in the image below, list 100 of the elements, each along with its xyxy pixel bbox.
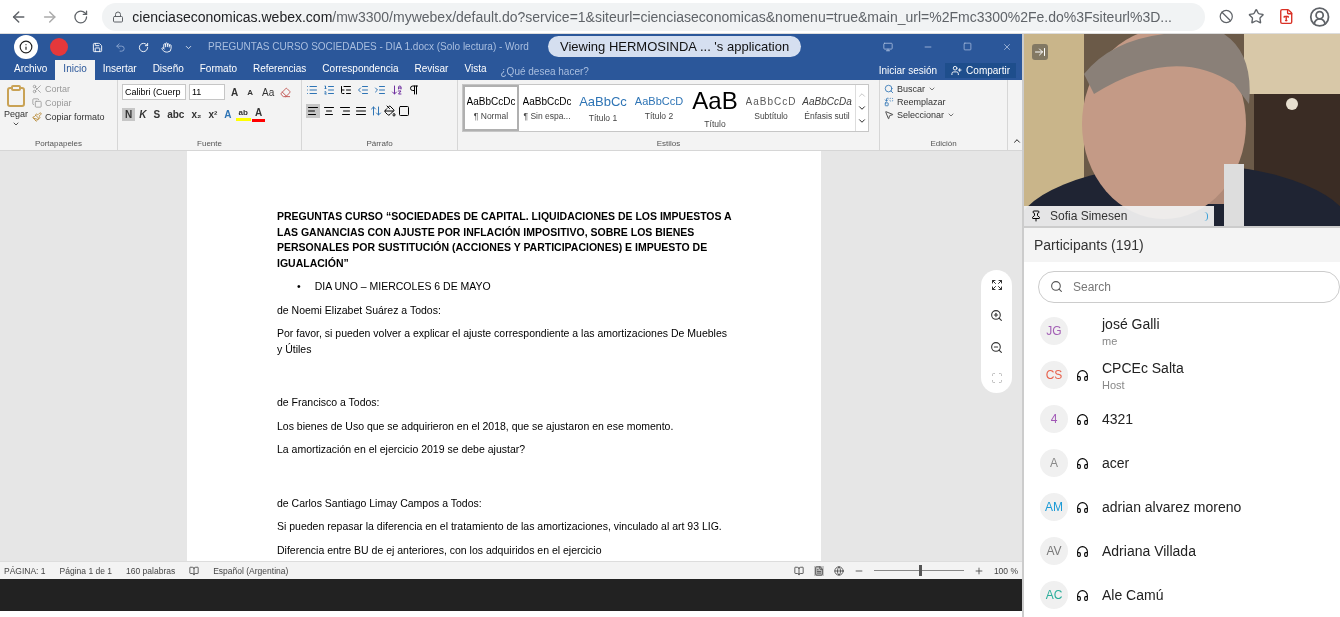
format-painter-button[interactable]: Copiar formato xyxy=(32,112,105,122)
touch-mode-icon[interactable] xyxy=(161,41,172,53)
save-icon[interactable] xyxy=(92,41,103,53)
participant-item[interactable]: AC Ale Camú xyxy=(1040,573,1340,617)
shrink-font-button[interactable]: A xyxy=(244,86,256,98)
style-item[interactable]: AaBbCc Título 1 xyxy=(575,85,631,131)
url-text: cienciaseconomicas.webex.com/mw3300/mywebex/default.do?service=1&siteurl=cienciaseconomicas&nomenu=true&main_url=%2Fmc3300%2Fe.do%3Fsiteurl%3D... xyxy=(132,8,1172,25)
select-button[interactable]: Seleccionar xyxy=(884,110,956,120)
bookmark-star-icon[interactable] xyxy=(1247,8,1265,25)
participant-item[interactable]: 4 4321 xyxy=(1040,397,1340,441)
ribbon-tab[interactable]: Inicio xyxy=(55,60,95,80)
avatar: JG xyxy=(1040,317,1068,345)
collapse-ribbon-icon[interactable] xyxy=(1012,136,1022,146)
shading-icon[interactable] xyxy=(384,105,396,117)
sign-in-link[interactable]: Iniciar sesión xyxy=(870,61,946,79)
grow-font-button[interactable]: A xyxy=(228,85,242,99)
status-text: PÁGINA: 1 xyxy=(4,565,46,576)
search-icon xyxy=(884,84,894,94)
participant-item[interactable]: A acer xyxy=(1040,441,1340,485)
participant-item[interactable]: AM adrian alvarez moreno xyxy=(1040,485,1340,529)
font-name-field[interactable]: Calibri (Cuerp xyxy=(122,84,186,100)
style-item[interactable]: AaBbCcD Subtítulo xyxy=(743,85,799,131)
zoom-out-icon[interactable] xyxy=(990,340,1003,354)
ribbon-tab[interactable]: Diseño xyxy=(144,60,192,80)
fit-screen-icon[interactable] xyxy=(990,279,1003,292)
style-item[interactable]: AaBbCcDc ¶ Sin espa... xyxy=(519,85,575,131)
format-button[interactable]: N xyxy=(122,107,136,121)
paste-button[interactable]: Pegar xyxy=(4,109,29,119)
format-button[interactable]: K xyxy=(136,107,150,121)
language-status[interactable]: Español (Argentina) xyxy=(213,565,289,576)
proofing-icon[interactable] xyxy=(189,565,200,576)
highlight-button[interactable]: ab xyxy=(235,107,251,121)
clear-format-icon[interactable] xyxy=(280,86,292,98)
sort-icon[interactable] xyxy=(391,84,403,96)
replace-button[interactable]: Reemplazar xyxy=(884,97,956,107)
info-icon xyxy=(19,40,33,54)
document-paragraph: de Francisco a Todos: xyxy=(277,395,381,410)
find-button[interactable]: Buscar xyxy=(884,84,956,94)
style-item[interactable]: AaBbCcDc ¶ Normal xyxy=(463,85,519,131)
align-icon[interactable] xyxy=(338,104,352,118)
style-item[interactable]: AaBbCcD Título 2 xyxy=(631,85,687,131)
style-item[interactable]: AaBbCcDa Énfasis sutil xyxy=(799,85,855,131)
text-effects-button[interactable]: A xyxy=(221,107,235,121)
search-field[interactable]: Search xyxy=(1038,271,1340,303)
align-icon[interactable] xyxy=(306,104,320,118)
borders-icon[interactable] xyxy=(398,105,410,117)
group-label: Edición xyxy=(930,139,957,150)
ribbon-tab[interactable]: Archivo xyxy=(6,60,56,80)
redo-icon[interactable] xyxy=(138,41,149,53)
pin-icon[interactable] xyxy=(1030,210,1042,222)
line-spacing-icon[interactable] xyxy=(370,105,382,117)
bullets-icon[interactable] xyxy=(306,84,318,96)
font-size-field[interactable]: 11 xyxy=(189,84,225,100)
print-layout-icon[interactable] xyxy=(813,565,824,576)
style-item[interactable]: AaB Título xyxy=(687,85,743,131)
format-button[interactable]: x₂ xyxy=(188,107,205,121)
multilevel-list-icon[interactable] xyxy=(340,84,352,96)
participant-item[interactable]: JG josé Galli me xyxy=(1040,309,1340,353)
participant-item[interactable]: AV Adriana Villada xyxy=(1040,529,1340,573)
web-layout-icon[interactable] xyxy=(833,565,844,576)
ribbon-options-icon[interactable] xyxy=(883,42,893,52)
format-button[interactable]: abc xyxy=(164,107,188,121)
show-marks-icon[interactable] xyxy=(408,84,420,96)
profile-icon[interactable] xyxy=(1308,5,1331,28)
arrow-to-line-icon xyxy=(1034,46,1046,58)
participant-item[interactable]: CS CPCEc Salta Host xyxy=(1040,353,1340,397)
format-button[interactable]: x² xyxy=(205,107,221,121)
align-icon[interactable] xyxy=(322,104,336,118)
collapse-button[interactable] xyxy=(1032,44,1048,60)
ribbon-tab[interactable]: Referencias xyxy=(245,60,315,80)
change-case-button[interactable]: Aa xyxy=(259,85,278,99)
sharing-banner: Viewing HERMOSINDA ... 's application xyxy=(548,36,802,57)
participant-role: Host xyxy=(1102,378,1126,391)
ribbon-tab[interactable]: Vista xyxy=(456,60,495,80)
avatar: AM xyxy=(1040,493,1068,521)
zoom-thumb[interactable] xyxy=(918,565,922,576)
format-button[interactable]: S xyxy=(150,107,164,121)
decrease-indent-icon[interactable] xyxy=(357,84,369,96)
address-bar[interactable]: cienciaseconomicas.webex.com/mw3300/mywebex/default.do?service=1&siteurl=cienciaseconomicas&nomenu=true&main_url=%2Fmc3300%2Fe.do%3Fsiteurl%3D... xyxy=(102,2,1206,31)
font-color-button[interactable]: A xyxy=(251,106,266,122)
paste-caret-icon[interactable] xyxy=(12,120,20,128)
gallery-more-icon[interactable] xyxy=(857,116,867,126)
ribbon-tab[interactable]: Formato xyxy=(191,60,245,80)
ribbon-tab[interactable]: Insertar xyxy=(94,60,145,80)
align-icon[interactable] xyxy=(354,104,368,118)
ribbon-tab[interactable]: Correspondencia xyxy=(314,60,407,80)
zoom-in-icon[interactable] xyxy=(990,309,1003,323)
share-button[interactable]: Compartir xyxy=(945,62,1016,78)
numbering-icon[interactable] xyxy=(323,84,335,96)
close-icon[interactable] xyxy=(1002,42,1012,52)
reload-icon[interactable] xyxy=(72,8,89,25)
blocked-popup-icon[interactable] xyxy=(1219,9,1234,24)
read-mode-icon[interactable] xyxy=(793,565,804,576)
ribbon-tab[interactable]: Revisar xyxy=(406,60,457,80)
tell-me-field[interactable]: ¿Qué desea hacer? xyxy=(494,63,595,80)
participant-name: CPCEc Salta xyxy=(1102,359,1184,376)
document-paragraph: Los bienes de Uso que se adquirieron en el 2018, que se ajustaron en ese momento. xyxy=(277,418,675,434)
increase-indent-icon[interactable] xyxy=(374,84,386,96)
pdf-extension-icon[interactable] xyxy=(1278,8,1295,25)
gallery-down-icon[interactable] xyxy=(857,103,867,113)
